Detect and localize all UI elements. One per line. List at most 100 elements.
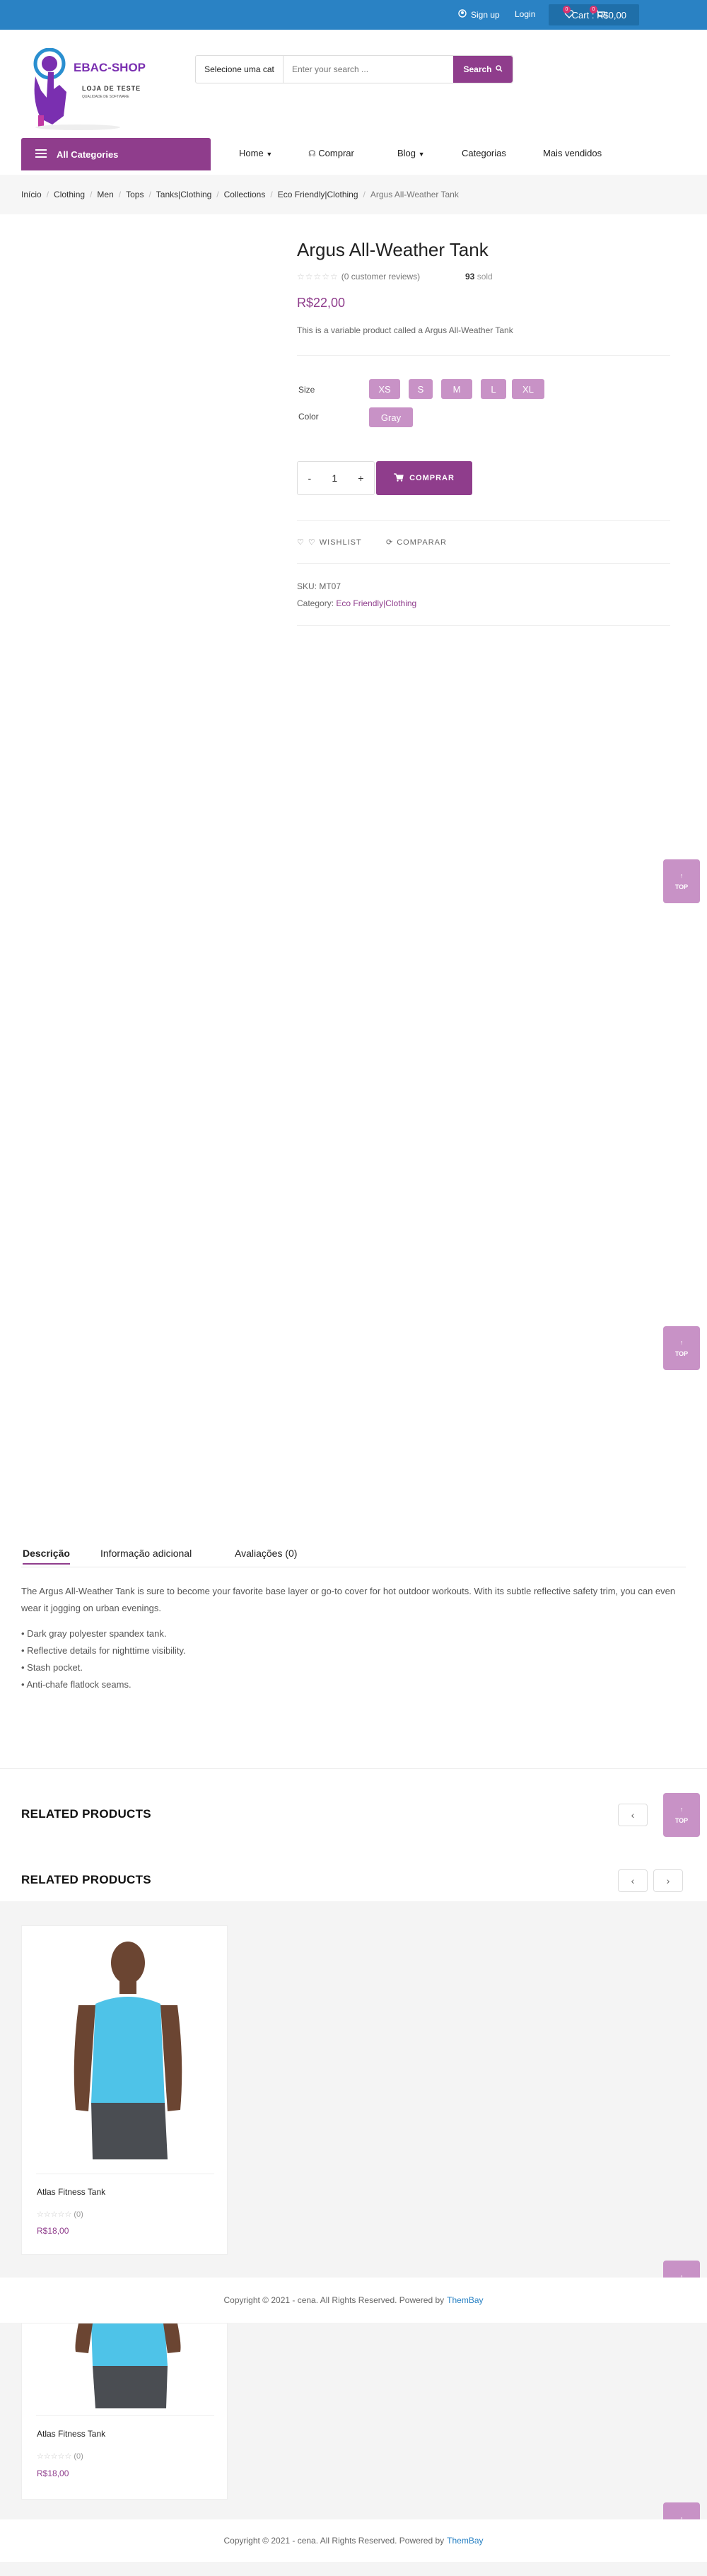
breadcrumb-item[interactable]: Collections	[224, 190, 266, 199]
product-rating: ☆☆☆☆☆ (0)	[37, 2452, 83, 2461]
caret-down-icon: ▼	[266, 151, 273, 158]
signup-label: Sign up	[471, 9, 500, 20]
chevron-left-icon: ‹	[631, 1875, 635, 1886]
user-plus-icon	[458, 9, 467, 20]
nav-item-mais-vendidos[interactable]: Mais vendidos	[543, 148, 602, 158]
sku-label: SKU:	[297, 581, 317, 591]
all-categories-button[interactable]: All Categories	[21, 138, 211, 170]
breadcrumb-item[interactable]: Eco Friendly|Clothing	[278, 190, 358, 199]
site-logo[interactable]: EBAC-SHOP LOJA DE TESTE QUALIDADE DE SOF…	[28, 47, 163, 132]
page: Sign up Login Cart : R$0,00 0 0 EBAC-SHO…	[0, 0, 707, 2576]
breadcrumb-item[interactable]: Tanks|Clothing	[156, 190, 212, 199]
breadcrumb-item[interactable]: Tops	[126, 190, 144, 199]
color-option-gray[interactable]: Gray	[369, 407, 413, 427]
related-products-heading: RELATED PRODUCTS	[21, 1873, 151, 1886]
size-option-xs[interactable]: XS	[369, 379, 400, 399]
description-bullet: • Anti-chafe flatlock seams.	[21, 1679, 132, 1690]
review-count-link[interactable]: (0 customer reviews)	[341, 272, 420, 282]
carousel-prev-button[interactable]: ‹	[618, 1804, 648, 1826]
product-image[interactable]	[22, 2323, 227, 2415]
footer: Copyright © 2021 - cena. All Rights Rese…	[0, 2519, 707, 2562]
product-name[interactable]: Atlas Fitness Tank	[37, 2429, 105, 2439]
quantity-value[interactable]: 1	[332, 472, 337, 484]
sku-value: MT07	[319, 581, 341, 591]
chevron-left-icon: ‹	[631, 1809, 635, 1821]
description-bullet: • Stash pocket.	[21, 1662, 83, 1673]
increase-button[interactable]: +	[358, 472, 363, 484]
divider	[0, 1768, 707, 1769]
caret-down-icon: ▼	[418, 151, 425, 158]
product-sku: SKU: MT07	[297, 581, 341, 591]
size-option-m[interactable]: M	[441, 379, 472, 399]
nav-item-comprar[interactable]: ☊ Comprar	[308, 148, 354, 158]
divider	[297, 563, 670, 564]
product-name[interactable]: Atlas Fitness Tank	[37, 2187, 105, 2197]
carousel-next-button[interactable]: ›	[653, 1869, 683, 1892]
cart-count-badge: 0	[590, 6, 597, 13]
star-rating-icon: ☆☆☆☆☆	[37, 2452, 72, 2461]
search-button-label: Search	[463, 64, 492, 74]
decrease-button[interactable]: -	[308, 472, 312, 484]
footer-link[interactable]: ThemBay	[447, 2295, 483, 2305]
search-input[interactable]	[284, 56, 453, 83]
search-bar: Selecione uma cat Search	[195, 55, 513, 83]
divider	[297, 625, 670, 626]
category-select[interactable]: Selecione uma cat	[196, 56, 284, 83]
nav-item-home[interactable]: Home ▼	[239, 148, 272, 158]
product-category: Category: Eco Friendly|Clothing	[297, 598, 416, 608]
product-card[interactable]	[21, 1925, 228, 2255]
product-rating: ☆☆☆☆☆ (0 customer reviews)	[297, 272, 420, 282]
wishlist-count-badge: 0	[563, 6, 571, 13]
size-option-s[interactable]: S	[409, 379, 433, 399]
back-to-top-button[interactable]: ↑ TOP	[663, 1326, 700, 1370]
brand-name: EBAC-SHOP	[74, 61, 146, 74]
breadcrumb-item[interactable]: Men	[97, 190, 113, 199]
chevron-right-icon: ›	[666, 1875, 670, 1886]
description-bullet: • Dark gray polyester spandex tank.	[21, 1628, 167, 1639]
product-review-count: (0)	[74, 2210, 83, 2219]
arrow-up-icon: ↑	[679, 1806, 684, 1813]
tab-avaliacoes[interactable]: Avaliações (0)	[235, 1548, 297, 1563]
top-bar: Sign up Login Cart : R$0,00 0 0	[0, 0, 707, 30]
sold-label: sold	[477, 272, 493, 282]
description-bullets: • Dark gray polyester spandex tank. • Re…	[21, 1625, 186, 1693]
footer-link[interactable]: ThemBay	[447, 2536, 483, 2546]
back-to-top-label: TOP	[674, 1350, 689, 1357]
product-title: Argus All-Weather Tank	[297, 239, 489, 260]
product-image[interactable]	[22, 1926, 227, 2174]
breadcrumb-current: Argus All-Weather Tank	[370, 190, 459, 199]
compare-link[interactable]: ⟳ COMPARAR	[386, 538, 447, 547]
nav-item-categorias[interactable]: Categorias	[462, 148, 506, 158]
size-option-xl[interactable]: XL	[512, 379, 544, 399]
wishlist-link[interactable]: ♡ ♡ WISHLIST	[297, 538, 362, 547]
color-label: Color	[298, 412, 319, 422]
product-price: R$22,00	[297, 296, 346, 310]
heart-outline-icon: ♡	[308, 538, 316, 547]
tab-descricao[interactable]: Descrição	[23, 1548, 70, 1565]
category-link[interactable]: Eco Friendly|Clothing	[336, 598, 416, 608]
product-description: The Argus All-Weather Tank is sure to be…	[21, 1586, 676, 1613]
carousel-prev-button[interactable]: ‹	[618, 1869, 648, 1892]
signup-link[interactable]: Sign up	[458, 9, 500, 20]
brand-tagline: LOJA DE TESTE	[82, 85, 141, 92]
nav-home-label: Home	[239, 148, 264, 158]
main-nav: All Categories Home ▼ ☊ Comprar Blog ▼ C…	[0, 138, 707, 172]
size-option-l[interactable]: L	[481, 379, 506, 399]
back-to-top-button[interactable]: ↑ TOP	[663, 1793, 700, 1837]
nav-item-blog[interactable]: Blog ▼	[397, 148, 425, 158]
back-to-top-label: TOP	[674, 883, 689, 890]
description-bullet: • Reflective details for nighttime visib…	[21, 1645, 186, 1656]
footer-copyright: Copyright © 2021 - cena. All Rights Rese…	[223, 2295, 445, 2305]
card-divider	[36, 2415, 214, 2416]
tab-informacao-adicional[interactable]: Informação adicional	[100, 1548, 192, 1563]
back-to-top-button[interactable]: ↑ TOP	[663, 859, 700, 903]
buy-button[interactable]: COMPRAR	[376, 461, 472, 495]
menu-icon	[35, 149, 47, 160]
arrow-up-icon: ↑	[679, 872, 684, 879]
breadcrumb-item[interactable]: Início	[21, 190, 42, 199]
product-rating: ☆☆☆☆☆ (0)	[37, 2210, 83, 2219]
divider	[297, 355, 670, 356]
search-button[interactable]: Search	[453, 56, 513, 83]
breadcrumb-item[interactable]: Clothing	[54, 190, 85, 199]
login-link[interactable]: Login	[515, 9, 535, 19]
